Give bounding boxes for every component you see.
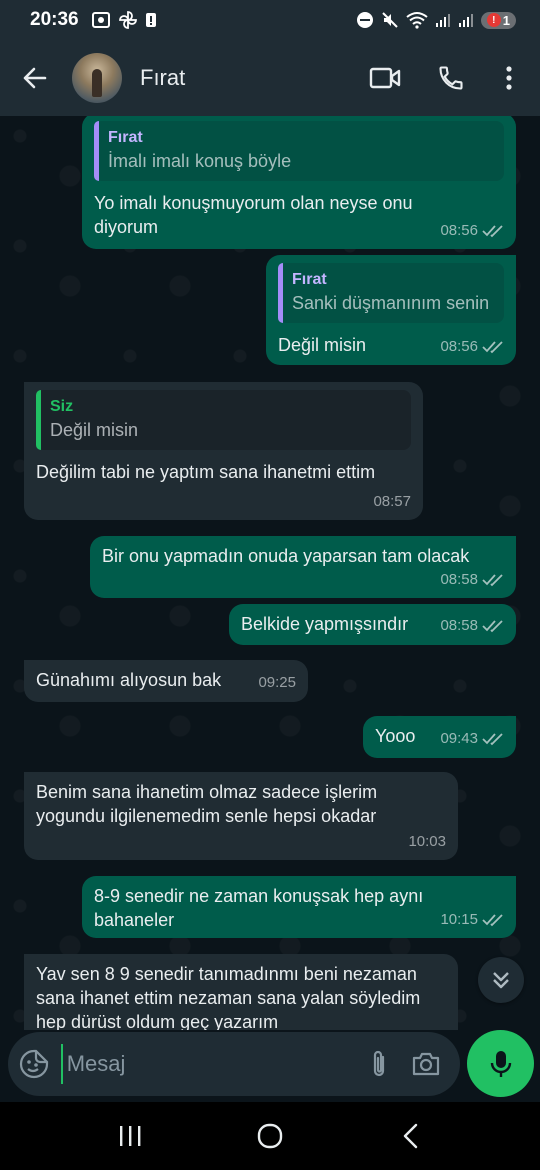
- phone-icon: [439, 66, 463, 90]
- message-time: 10:03: [408, 833, 446, 850]
- message-text: 8-9 senedir ne zaman konuşsak hep aynı b…: [94, 886, 424, 930]
- dnd-icon: [356, 12, 373, 28]
- screenshot-icon: [91, 12, 110, 28]
- message-text: Günahımı alıyosun bak: [36, 670, 222, 690]
- status-bar: 20:36 ! 1: [0, 0, 540, 40]
- quoted-message[interactable]: Fırat Sanki düşmanınım senin: [278, 263, 504, 323]
- message-incoming[interactable]: Günahımı alıyosun bak 09:25: [24, 660, 308, 702]
- message-input[interactable]: [60, 1044, 355, 1084]
- message-time: 08:58: [440, 571, 478, 588]
- voice-call-button[interactable]: [418, 40, 484, 116]
- signal-icon: [435, 14, 450, 27]
- back-button[interactable]: [4, 40, 64, 116]
- message-time: 09:25: [258, 674, 296, 691]
- message-text: Yo imalı konuşmuyorum olan neyse onu diy…: [94, 193, 413, 237]
- message-incoming[interactable]: Siz Değil misin Değilim tabi ne yaptım s…: [24, 382, 423, 520]
- message-meta: 08:58: [440, 614, 504, 638]
- system-nav-bar: [0, 1102, 540, 1170]
- voice-message-button[interactable]: [467, 1030, 534, 1097]
- attach-button[interactable]: [355, 1032, 403, 1096]
- double-check-icon: [482, 620, 503, 633]
- kebab-menu-icon: [506, 66, 512, 90]
- double-check-icon: [482, 225, 503, 238]
- message-meta: 08:56: [440, 335, 504, 359]
- double-chevron-down-icon: [493, 972, 509, 989]
- home-icon: [257, 1123, 283, 1149]
- double-check-icon: [482, 574, 503, 587]
- message-text: Benim sana ihanetim olmaz sadece işlerim…: [36, 782, 378, 826]
- message-time: 08:58: [440, 617, 478, 634]
- quote-author: Fırat: [292, 271, 327, 288]
- double-check-icon: [482, 341, 503, 354]
- message-meta: 08:57: [373, 490, 411, 514]
- quote-author: Fırat: [108, 129, 143, 146]
- pinwheel-icon: [118, 11, 137, 29]
- message-incoming[interactable]: Benim sana ihanetim olmaz sadece işlerim…: [24, 772, 458, 860]
- message-time: 08:57: [373, 493, 411, 510]
- chat-header: Fırat: [0, 40, 540, 116]
- message-meta: 09:43: [440, 727, 504, 751]
- quoted-message[interactable]: Siz Değil misin: [36, 390, 411, 450]
- quote-text: Sanki düşmanınım senin: [292, 293, 490, 313]
- double-check-icon: [482, 914, 503, 927]
- battery-badge: ! 1: [480, 11, 516, 29]
- arrow-left-icon: [23, 67, 47, 89]
- chevron-left-icon: [403, 1123, 418, 1149]
- status-time: 20:36: [30, 9, 79, 30]
- alert-icon: [145, 13, 156, 27]
- camera-icon: [413, 1052, 440, 1076]
- mute-icon: [382, 12, 398, 28]
- microphone-icon: [490, 1050, 511, 1077]
- emoji-button[interactable]: [8, 1032, 61, 1096]
- more-options-button[interactable]: [484, 40, 534, 116]
- exclamation-icon: !: [486, 13, 501, 27]
- quote-author: Siz: [50, 398, 74, 415]
- message-outgoing[interactable]: Yooo 09:43: [363, 716, 516, 758]
- badge-count: 1: [502, 12, 510, 28]
- chat-area[interactable]: Fırat İmalı imalı konuş böyle Yo imalı k…: [0, 116, 540, 1030]
- message-outgoing[interactable]: 8-9 senedir ne zaman konuşsak hep aynı b…: [82, 876, 516, 938]
- message-time: 08:56: [440, 338, 478, 355]
- message-meta: 09:25: [258, 671, 296, 695]
- contact-name[interactable]: Fırat: [140, 65, 352, 91]
- quoted-message[interactable]: Fırat İmalı imalı konuş böyle: [94, 121, 504, 181]
- message-time: 09:43: [440, 730, 478, 747]
- quote-text: İmalı imalı konuş böyle: [108, 151, 292, 171]
- composer-pill: [8, 1032, 460, 1096]
- home-button[interactable]: [230, 1102, 310, 1170]
- paperclip-icon: [373, 1050, 384, 1077]
- signal-icon: [458, 14, 473, 27]
- recent-apps-button[interactable]: [90, 1102, 170, 1170]
- message-outgoing[interactable]: Belkide yapmışsındır 08:58: [229, 604, 516, 645]
- message-incoming[interactable]: Yav sen 8 9 senedir tanımadınmı beni nez…: [24, 954, 458, 1030]
- message-outgoing[interactable]: Bir onu yapmadın onuda yaparsan tam olac…: [90, 536, 516, 598]
- message-meta: 10:03: [408, 830, 446, 854]
- camera-button[interactable]: [402, 1032, 450, 1096]
- scroll-to-bottom-button[interactable]: [478, 957, 524, 1003]
- sticker-emoji-icon: [20, 1049, 49, 1079]
- message-meta: 08:56: [440, 219, 504, 243]
- video-call-button[interactable]: [352, 40, 418, 116]
- message-outgoing[interactable]: Fırat Sanki düşmanınım senin Değil misin…: [266, 255, 516, 365]
- quote-text: Değil misin: [50, 420, 139, 440]
- message-meta: 08:58: [440, 568, 504, 592]
- message-text: Yav sen 8 9 senedir tanımadınmı beni nez…: [36, 964, 421, 1030]
- message-text: Bir onu yapmadın onuda yaparsan tam olac…: [102, 546, 470, 566]
- double-check-icon: [482, 733, 503, 746]
- avatar[interactable]: [72, 53, 122, 103]
- video-camera-icon: [369, 67, 401, 89]
- composer-bar: [0, 1030, 540, 1102]
- back-nav-button[interactable]: [370, 1102, 450, 1170]
- message-outgoing[interactable]: Fırat İmalı imalı konuş böyle Yo imalı k…: [82, 116, 516, 249]
- message-time: 10:15: [440, 911, 478, 928]
- recents-icon: [120, 1126, 141, 1146]
- message-time: 08:56: [440, 222, 478, 239]
- wifi-icon: [406, 12, 428, 29]
- message-meta: 10:15: [440, 908, 504, 932]
- message-text: Değilim tabi ne yaptım sana ihanetmi ett…: [36, 462, 376, 482]
